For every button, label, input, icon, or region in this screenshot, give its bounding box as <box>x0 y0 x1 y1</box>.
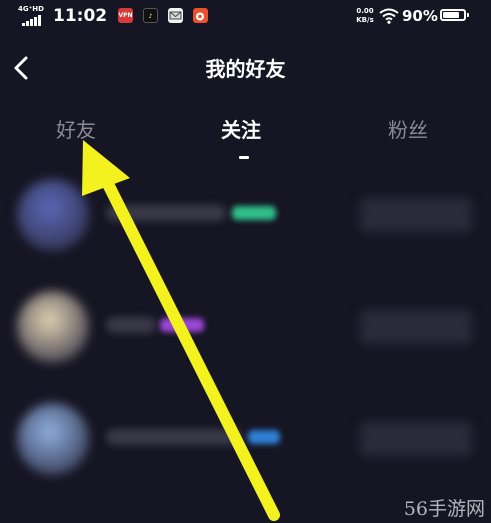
list-item[interactable] <box>0 389 491 489</box>
battery-level-fill <box>443 12 459 18</box>
vpn-app-icon: VPN <box>118 8 133 23</box>
user-name-blurred[interactable] <box>106 317 156 333</box>
mail-app-icon <box>168 8 183 23</box>
user-name-blurred[interactable] <box>106 205 226 221</box>
network-type-label: 4G⁺HD <box>18 5 44 13</box>
tab-friends[interactable]: 好友 <box>56 117 96 143</box>
user-badge-blurred <box>232 206 276 220</box>
network-speed-value: 0.00 <box>356 7 374 15</box>
avatar[interactable] <box>17 291 89 363</box>
status-bar: 4G⁺HD 11:02 VPN ♪ 0.00 KB/s 90% <box>0 0 491 34</box>
tab-fans[interactable]: 粉丝 <box>388 117 428 143</box>
list-item[interactable] <box>0 277 491 377</box>
status-time: 11:02 <box>53 6 108 26</box>
user-badge-blurred <box>160 318 204 332</box>
avatar[interactable] <box>17 403 89 475</box>
cellular-signal-icon: 4G⁺HD <box>18 5 50 27</box>
tiktok-app-icon: ♪ <box>143 8 158 23</box>
network-speed: 0.00 KB/s <box>354 7 376 25</box>
avatar[interactable] <box>17 179 89 251</box>
page-title: 我的好友 <box>205 57 286 81</box>
watermark: 56手游网 <box>403 498 485 520</box>
user-name-blurred[interactable] <box>106 429 242 445</box>
tab-following[interactable]: 关注 <box>221 117 261 143</box>
network-speed-unit: KB/s <box>356 16 374 24</box>
user-badge-blurred <box>248 430 280 444</box>
battery-percent: 90% <box>402 7 438 25</box>
list-item[interactable] <box>0 165 491 265</box>
active-tab-indicator <box>239 156 249 159</box>
battery-icon <box>440 9 469 21</box>
follow-status-button[interactable] <box>360 198 472 232</box>
wifi-icon <box>379 8 399 24</box>
follow-status-button[interactable] <box>360 310 472 344</box>
weibo-app-icon <box>193 8 208 23</box>
follow-status-button[interactable] <box>360 422 472 456</box>
